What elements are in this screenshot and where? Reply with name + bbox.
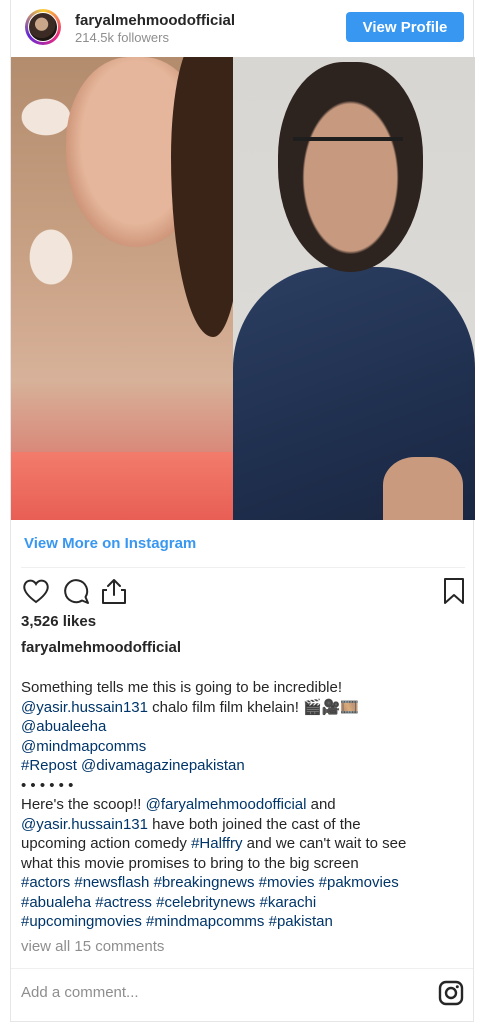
share-icon[interactable] (99, 576, 129, 606)
caption-line: #abualeha #actress #celebritynews #karac… (21, 893, 465, 913)
caption-text: upcoming action comedy (21, 835, 192, 852)
avatar-image (28, 12, 58, 42)
follower-count: 214.5k followers (75, 30, 169, 45)
hashtag-link[interactable]: #abualeha #actress #celebritynews #karac… (21, 894, 316, 911)
caption-text: chalo film film khelain! 🎬🎥🎞️ (147, 698, 360, 716)
caption-line: @yasir.hussain131 have both joined the c… (21, 815, 465, 835)
post-caption: Something tells me this is going to be i… (21, 678, 465, 932)
caption-text: • • • • • • (21, 776, 74, 794)
photo-right-glasses (293, 137, 403, 181)
header-username[interactable]: faryalmehmoodofficial (75, 12, 235, 29)
hashtag-link[interactable]: #Halffry (191, 835, 242, 852)
caption-text: and we can't wait to see (242, 835, 407, 852)
view-all-comments-link[interactable]: view all 15 comments (21, 938, 164, 955)
heart-icon[interactable] (21, 576, 51, 606)
mention-link[interactable]: @divamagazinepakistan (81, 757, 245, 774)
like-count[interactable]: 3,526 likes (21, 613, 96, 630)
hashtag-link[interactable]: #actors #newsflash #breakingnews #movies… (21, 874, 399, 891)
photo-left-hair (171, 57, 241, 337)
comment-divider (11, 968, 473, 969)
mention-link[interactable]: @yasir.hussain131 (21, 699, 148, 716)
view-profile-button[interactable]: View Profile (346, 12, 464, 42)
caption-line: @mindmapcomms (21, 737, 465, 757)
caption-line: • • • • • • (21, 776, 465, 796)
avatar[interactable] (25, 9, 61, 45)
caption-line: @abualeeha (21, 717, 465, 737)
hashtag-link[interactable]: #Repost (21, 757, 77, 774)
caption-line: what this movie promises to bring to the… (21, 854, 465, 874)
post-header: faryalmehmoodofficial 214.5k followers V… (11, 0, 475, 56)
caption-line: Here's the scoop!! @faryalmehmoodofficia… (21, 795, 465, 815)
caption-text: what this movie promises to bring to the… (21, 854, 359, 872)
photo-right-man (233, 57, 475, 520)
mention-link[interactable]: @yasir.hussain131 (21, 816, 148, 833)
caption-text: Something tells me this is going to be i… (21, 679, 343, 696)
add-comment-input[interactable]: Add a comment... (21, 984, 139, 1001)
caption-text: have both joined the cast of the (147, 815, 361, 833)
action-bar (21, 576, 465, 608)
post-image[interactable] (11, 57, 475, 520)
photo-right-hand (383, 457, 463, 520)
caption-username[interactable]: faryalmehmoodofficial (21, 639, 181, 656)
caption-line: @yasir.hussain131 chalo film film khelai… (21, 698, 465, 718)
photo-left-dress (11, 452, 233, 520)
instagram-embed-card: faryalmehmoodofficial 214.5k followers V… (10, 0, 475, 1022)
view-more-link[interactable]: View More on Instagram (24, 535, 196, 552)
caption-line: upcoming action comedy #Halffry and we c… (21, 834, 465, 854)
mention-link[interactable]: @faryalmehmoodofficial (146, 796, 307, 813)
hashtag-link[interactable]: #upcomingmovies #mindmapcomms #pakistan (21, 913, 333, 930)
mention-link[interactable]: @mindmapcomms (21, 738, 146, 755)
divider (21, 567, 465, 568)
caption-line: #Repost @divamagazinepakistan (21, 756, 465, 776)
caption-text: and (306, 796, 336, 813)
caption-text: Here's the scoop!! (21, 796, 146, 813)
caption-line: #upcomingmovies #mindmapcomms #pakistan (21, 912, 465, 932)
mention-link[interactable]: @abualeeha (21, 718, 106, 735)
instagram-logo-icon[interactable] (438, 980, 464, 1006)
photo-left-woman (11, 57, 241, 520)
bookmark-icon[interactable] (439, 576, 469, 606)
caption-line: Something tells me this is going to be i… (21, 678, 465, 698)
caption-line: #actors #newsflash #breakingnews #movies… (21, 873, 465, 893)
comment-icon[interactable] (61, 576, 91, 606)
